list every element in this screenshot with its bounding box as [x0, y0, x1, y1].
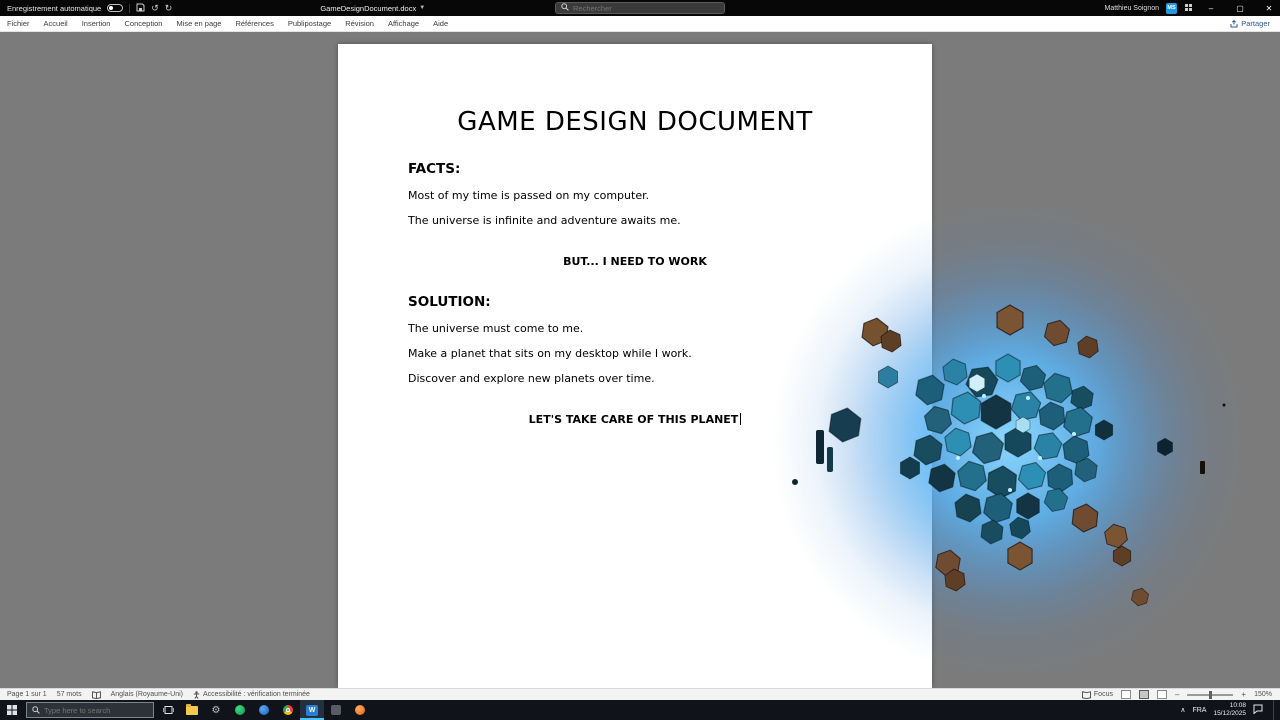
- zoom-out-button[interactable]: –: [1175, 690, 1179, 699]
- undo-icon[interactable]: ↺: [151, 4, 159, 13]
- zoom-slider[interactable]: [1187, 694, 1233, 696]
- minimize-button[interactable]: –: [1200, 0, 1222, 16]
- save-icon[interactable]: [136, 3, 145, 14]
- browser-icon[interactable]: [276, 700, 300, 720]
- word-icon[interactable]: W: [300, 700, 324, 720]
- tray-date: 15/12/2025: [1213, 710, 1246, 718]
- text-cursor: [740, 413, 741, 425]
- facts-heading[interactable]: FACTS:: [408, 161, 862, 177]
- accessibility-icon: [193, 691, 200, 699]
- tab-revision[interactable]: Révision: [338, 16, 381, 32]
- taskbar-search-input[interactable]: [44, 706, 144, 715]
- tab-mise-en-page[interactable]: Mise en page: [169, 16, 228, 32]
- zoom-slider-thumb[interactable]: [1209, 691, 1212, 699]
- tab-affichage[interactable]: Affichage: [381, 16, 426, 32]
- ribbon-tabs: Fichier Accueil Insertion Conception Mis…: [0, 16, 1280, 32]
- autosave-toggle[interactable]: [107, 4, 123, 12]
- zoom-in-button[interactable]: +: [1241, 690, 1246, 699]
- close-button[interactable]: ✕: [1258, 0, 1280, 16]
- settings-icon[interactable]: ⚙: [204, 700, 228, 720]
- share-button[interactable]: Partager: [1230, 19, 1280, 28]
- doc-main-title[interactable]: GAME DESIGN DOCUMENT: [408, 107, 862, 137]
- autosave-label: Enregistrement automatique: [7, 4, 101, 13]
- show-desktop-button[interactable]: [1273, 700, 1276, 720]
- read-mode-icon[interactable]: [1121, 690, 1131, 699]
- hidden-icons-chevron[interactable]: ∧: [1180, 706, 1185, 714]
- tab-accueil[interactable]: Accueil: [37, 16, 75, 32]
- tab-insertion[interactable]: Insertion: [75, 16, 118, 32]
- start-button[interactable]: [0, 700, 24, 720]
- clock[interactable]: 10:08 15/12/2025: [1213, 702, 1246, 718]
- taskbar-search-box[interactable]: [26, 702, 154, 718]
- search-input[interactable]: [573, 4, 713, 13]
- share-icon: [1230, 20, 1238, 28]
- app-icon-blue[interactable]: [252, 700, 276, 720]
- zoom-level[interactable]: 150%: [1254, 691, 1272, 698]
- app-icon-dark[interactable]: [324, 700, 348, 720]
- planet-widget[interactable]: [770, 200, 1250, 680]
- input-language[interactable]: FRA: [1192, 707, 1206, 714]
- title-bar: Enregistrement automatique ↺ ↻ GameDesig…: [0, 0, 1280, 16]
- divider: [129, 4, 130, 13]
- tab-references[interactable]: Références: [228, 16, 280, 32]
- app-icon-orange[interactable]: [348, 700, 372, 720]
- accessibility-status[interactable]: Accessibilité : vérification terminée: [193, 691, 310, 699]
- ribbon-options-icon[interactable]: [1184, 3, 1193, 14]
- tray-time: 10:08: [1230, 702, 1246, 710]
- status-bar: Page 1 sur 1 57 mots Anglais (Royaume-Un…: [0, 688, 1280, 700]
- document-title[interactable]: GameDesignDocument.docx ▼: [320, 4, 425, 13]
- app-icon-green[interactable]: [228, 700, 252, 720]
- search-icon: [32, 706, 40, 714]
- tab-aide[interactable]: Aide: [426, 16, 455, 32]
- page-indicator[interactable]: Page 1 sur 1: [7, 691, 47, 698]
- task-view-icon: [163, 705, 174, 715]
- tab-fichier[interactable]: Fichier: [0, 16, 37, 32]
- avatar[interactable]: MS: [1166, 3, 1177, 14]
- tab-conception[interactable]: Conception: [117, 16, 169, 32]
- proofing-icon[interactable]: [92, 691, 101, 699]
- web-layout-icon[interactable]: [1157, 690, 1167, 699]
- search-box[interactable]: [555, 2, 725, 14]
- redo-icon[interactable]: ↻: [165, 4, 173, 13]
- windows-taskbar: ⚙ W ∧ FRA 10:08 15/12/2025: [0, 700, 1280, 720]
- file-explorer-icon[interactable]: [180, 700, 204, 720]
- chevron-down-icon: ▼: [419, 5, 425, 11]
- document-canvas: GAME DESIGN DOCUMENT FACTS: Most of my t…: [0, 32, 1280, 688]
- action-center-icon[interactable]: [1253, 704, 1263, 716]
- language-indicator[interactable]: Anglais (Royaume-Uni): [111, 691, 183, 698]
- task-view-button[interactable]: [156, 700, 180, 720]
- focus-button[interactable]: Focus: [1082, 691, 1113, 699]
- focus-icon: [1082, 691, 1091, 699]
- word-window: Enregistrement automatique ↺ ↻ GameDesig…: [0, 0, 1280, 720]
- search-icon: [561, 3, 569, 13]
- word-count[interactable]: 57 mots: [57, 691, 82, 698]
- print-layout-icon[interactable]: [1139, 690, 1149, 699]
- maximize-button[interactable]: ▢: [1229, 0, 1251, 16]
- windows-logo-icon: [7, 705, 17, 715]
- tab-publipostage[interactable]: Publipostage: [281, 16, 338, 32]
- user-name[interactable]: Matthieu Soignon: [1105, 5, 1159, 12]
